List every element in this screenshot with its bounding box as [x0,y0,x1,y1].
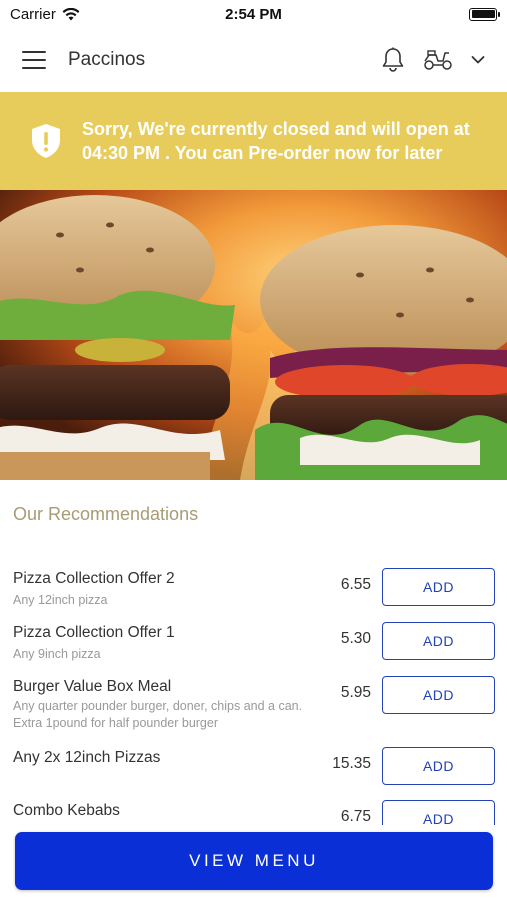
add-button[interactable]: ADD [382,568,495,606]
header-actions [381,47,485,73]
item-name: Pizza Collection Offer 2 [13,570,175,587]
item-price: 6.55 [340,576,371,593]
add-button[interactable]: ADD [382,676,495,714]
item-description: Any 9inch pizza [13,647,101,661]
item-description: Any quarter pounder burger, doner, chips… [13,699,303,730]
add-button[interactable]: ADD [382,622,495,660]
chevron-down-icon[interactable] [471,55,485,65]
battery-icon [469,7,500,21]
app-header: Paccinos [0,28,507,92]
view-menu-button[interactable]: VIEW MENU [15,832,493,890]
item-price: 15.35 [332,755,371,772]
closed-message: Sorry, We're currently closed and will o… [82,119,470,163]
item-name: Burger Value Box Meal [13,678,172,695]
add-button[interactable]: ADD [382,747,495,785]
item-price: 5.95 [340,684,371,701]
add-button[interactable]: ADD [382,800,495,825]
scooter-icon[interactable] [423,49,453,71]
item-description: Any 12inch pizza [13,593,108,607]
item-name: Pizza Collection Offer 1 [13,624,175,641]
recommendations-list: Pizza Collection Offer 2 Any 12inch pizz… [0,560,507,825]
hamburger-menu-icon[interactable] [22,51,46,69]
item-price: 5.30 [340,630,371,647]
hero-image [0,190,507,480]
carrier-label: Carrier [10,5,56,23]
closed-banner: Sorry, We're currently closed and will o… [0,92,507,190]
item-name: Any 2x 12inch Pizzas [13,749,161,766]
recommendations-title: Our Recommendations [13,504,199,524]
status-left: Carrier [10,6,80,23]
shield-alert-icon [32,124,60,158]
item-price: 6.75 [340,808,371,825]
restaurant-title: Paccinos [68,49,146,70]
item-name: Combo Kebabs [13,802,120,819]
status-bar: Carrier 2:54 PM [0,0,507,28]
wifi-icon [62,7,80,20]
bell-icon[interactable] [381,47,405,73]
